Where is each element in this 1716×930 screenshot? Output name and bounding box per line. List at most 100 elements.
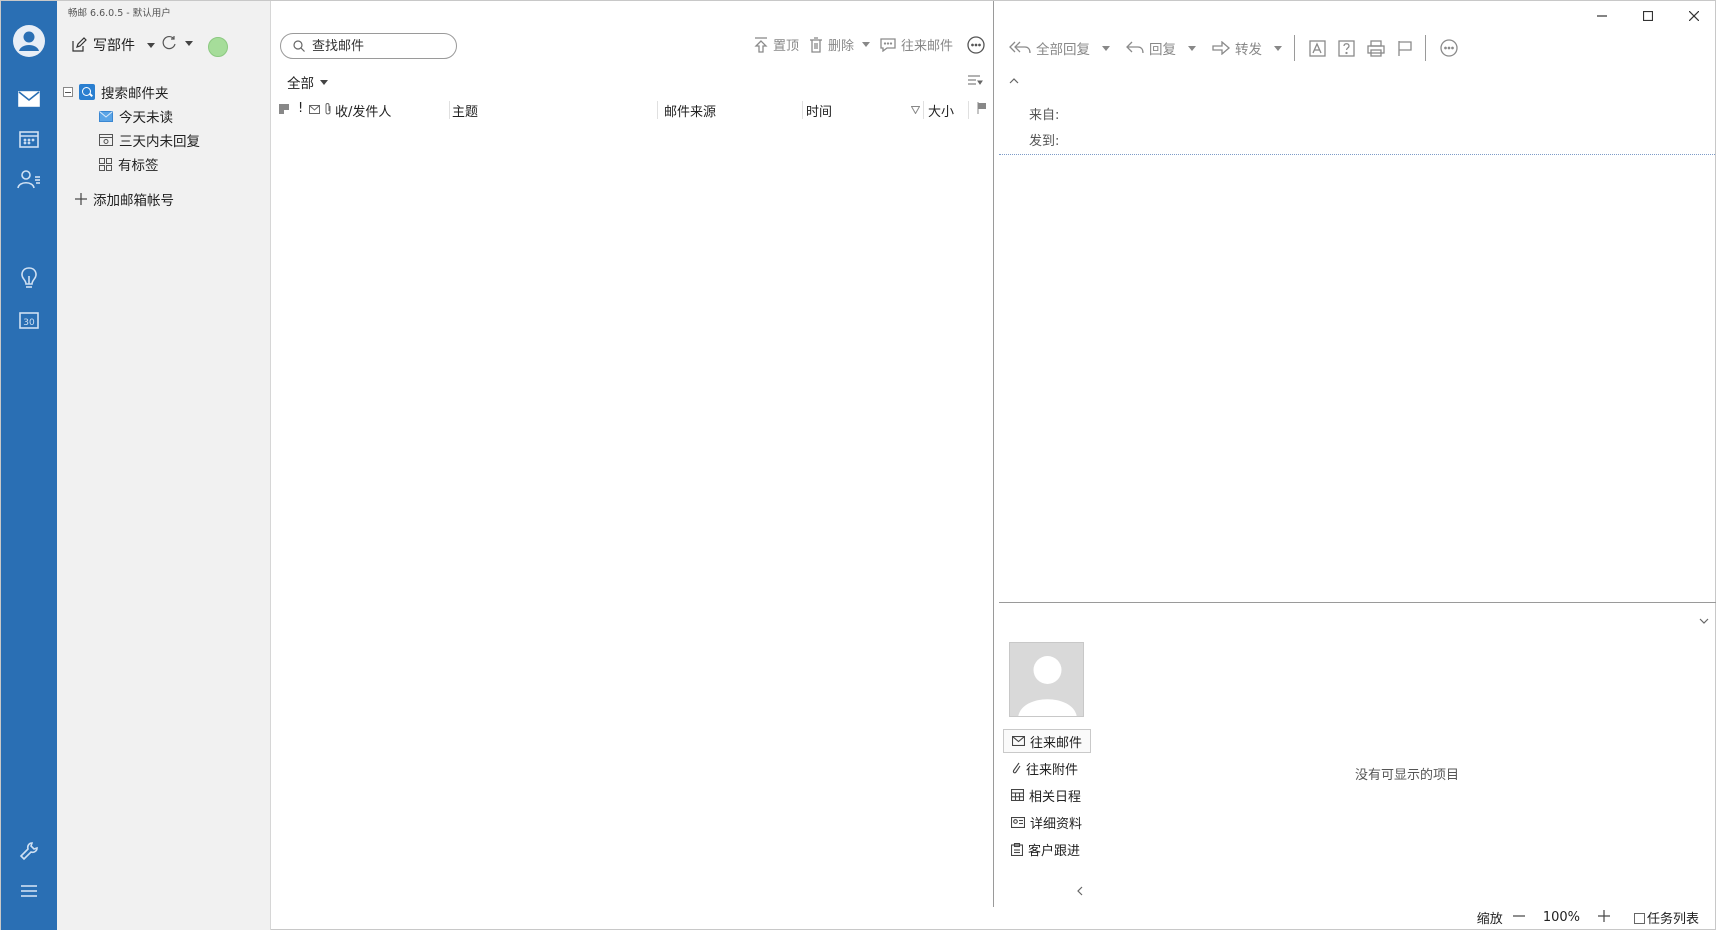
person-placeholder-icon — [1018, 656, 1077, 716]
column-divider[interactable] — [657, 101, 658, 119]
search-folder-icon — [79, 84, 95, 100]
reply-all-button[interactable]: 全部回复 — [1009, 38, 1110, 58]
chevron-down-icon[interactable] — [147, 42, 155, 48]
conversation-button[interactable]: 往来邮件 — [880, 35, 953, 54]
column-header-row: ! 收/发件人 主题 邮件来源 时间 大小 — [271, 98, 994, 122]
plus-icon — [1597, 909, 1610, 922]
status-indicator[interactable] — [208, 37, 228, 57]
compose-label: 写部件 — [93, 38, 135, 54]
reader-more-button[interactable] — [1440, 39, 1458, 57]
close-icon — [1689, 11, 1699, 21]
user-avatar-icon[interactable] — [1, 21, 57, 61]
folder-item-unreplied[interactable]: 三天内未回复 — [99, 129, 200, 151]
minimize-icon — [1597, 15, 1607, 17]
folder-label: 有标签 — [118, 158, 159, 174]
flag-button[interactable] — [1397, 40, 1413, 57]
link-label: 客户跟进 — [1028, 843, 1081, 859]
chevron-down-icon[interactable] — [1274, 45, 1282, 51]
search-folder-node[interactable]: 搜索邮件夹 — [63, 81, 169, 103]
compose-button[interactable]: 写部件 — [71, 35, 155, 55]
task-list-toggle[interactable]: 任务列表 — [1633, 908, 1699, 927]
link-customer-followup[interactable]: 客户跟进 — [1003, 837, 1091, 861]
print-button[interactable] — [1367, 39, 1385, 57]
mail-icon[interactable] — [1, 79, 57, 119]
window-controls — [1579, 1, 1716, 31]
zoom-out-button[interactable] — [1512, 910, 1525, 926]
toolbar-divider — [1294, 35, 1295, 61]
calendar-icon[interactable] — [1, 119, 57, 159]
link-conversation-mail[interactable]: 往来邮件 — [1003, 729, 1091, 753]
from-label: 来自: — [1029, 108, 1060, 123]
list-toolbar: 置顶 删除 往来邮件 — [754, 35, 985, 54]
column-read-status[interactable] — [279, 103, 289, 118]
collapse-panel-icon[interactable] — [1077, 884, 1083, 900]
font-button[interactable] — [1309, 39, 1326, 57]
pending-reply-icon — [99, 134, 113, 146]
chevron-up-icon[interactable] — [1009, 73, 1019, 87]
column-divider[interactable] — [968, 101, 969, 119]
pin-button[interactable]: 置顶 — [754, 35, 799, 54]
minimize-button[interactable] — [1579, 1, 1625, 31]
app-title: 畅邮 6.6.0.5 - 默认用户 — [68, 8, 171, 19]
column-subject[interactable]: 主题 — [452, 101, 478, 120]
delete-button[interactable]: 删除 — [809, 35, 870, 54]
pane-splitter[interactable] — [999, 602, 1716, 603]
task-list-checkbox[interactable] — [1633, 913, 1645, 924]
column-source[interactable]: 邮件来源 — [664, 101, 716, 120]
collapse-icon[interactable] — [63, 87, 73, 97]
chevron-down-icon[interactable] — [1188, 45, 1196, 51]
empty-state-message: 没有可显示的项目 — [1355, 768, 1460, 783]
link-conversation-attachments[interactable]: 往来附件 — [1003, 756, 1091, 780]
sort-desc-icon[interactable] — [910, 103, 921, 118]
chevron-down-icon[interactable] — [185, 40, 193, 46]
search-input[interactable] — [312, 38, 442, 54]
column-attachment[interactable] — [324, 102, 332, 119]
delete-label: 删除 — [827, 39, 854, 54]
folder-item-tagged[interactable]: 有标签 — [99, 153, 159, 175]
sort-button[interactable] — [967, 74, 983, 90]
date-30-icon[interactable]: 30 — [1, 300, 57, 340]
link-details[interactable]: 详细资料 — [1003, 810, 1091, 834]
column-divider[interactable] — [802, 101, 803, 119]
lightbulb-icon[interactable] — [1, 259, 57, 299]
folder-label: 三天内未回复 — [119, 134, 200, 150]
column-flag[interactable] — [977, 102, 987, 118]
column-divider[interactable] — [449, 101, 450, 119]
filter-label: 全部 — [287, 76, 314, 92]
more-button[interactable] — [967, 35, 985, 54]
column-time[interactable]: 时间 — [806, 101, 832, 120]
reply-label: 回复 — [1149, 42, 1176, 58]
maximize-button[interactable] — [1625, 1, 1671, 31]
link-label: 往来附件 — [1026, 762, 1079, 778]
contacts-icon[interactable] — [1, 159, 57, 199]
add-account-button[interactable]: 添加邮箱帐号 — [75, 188, 174, 210]
column-from[interactable]: 收/发件人 — [335, 101, 391, 120]
filter-dropdown[interactable]: 全部 — [287, 72, 328, 92]
chevron-down-icon[interactable] — [861, 42, 870, 47]
zoom-in-button[interactable] — [1597, 909, 1610, 926]
add-account-label: 添加邮箱帐号 — [93, 193, 174, 209]
reading-pane: 全部回复 回复 转发 来自: 发到: 往来邮件 往来附件 相关日程 详细资料 客… — [995, 1, 1716, 930]
wrench-icon[interactable] — [1, 831, 57, 871]
printer-icon — [1367, 39, 1385, 57]
chevron-down-icon[interactable] — [1699, 613, 1709, 628]
column-divider[interactable] — [923, 101, 924, 119]
refresh-button[interactable] — [161, 35, 193, 51]
column-priority[interactable]: ! — [298, 101, 303, 116]
column-size[interactable]: 大小 — [928, 101, 954, 120]
forward-button[interactable]: 转发 — [1212, 38, 1282, 58]
forward-label: 转发 — [1235, 42, 1262, 58]
help-button[interactable] — [1338, 39, 1355, 57]
column-mail-type[interactable] — [309, 103, 320, 118]
reply-button[interactable]: 回复 — [1126, 38, 1196, 58]
maximize-icon — [1643, 11, 1653, 21]
message-list-pane: 置顶 删除 往来邮件 全部 ! — [271, 1, 994, 907]
search-box[interactable] — [280, 33, 457, 59]
zoom-value: 100% — [1542, 910, 1580, 925]
link-related-schedule[interactable]: 相关日程 — [1003, 783, 1091, 807]
folder-item-today-unread[interactable]: 今天未读 — [99, 105, 173, 127]
close-button[interactable] — [1671, 1, 1716, 31]
trash-icon — [809, 36, 822, 53]
menu-icon[interactable] — [1, 871, 57, 911]
chevron-down-icon[interactable] — [1102, 45, 1110, 51]
